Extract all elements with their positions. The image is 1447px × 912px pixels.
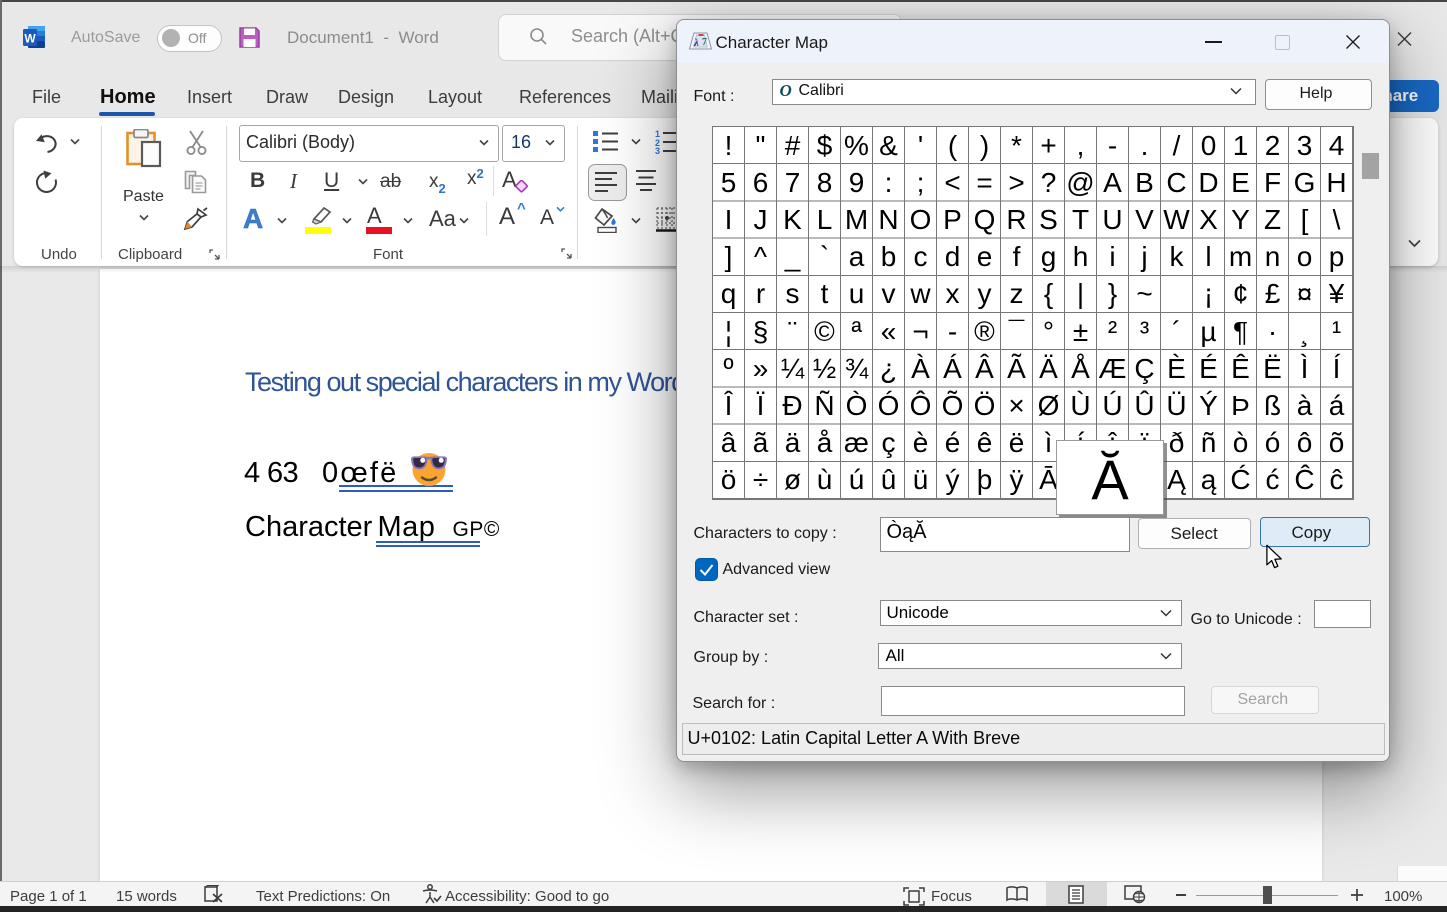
svg-text:7: 7 [702, 37, 707, 48]
svg-text:3: 3 [655, 146, 660, 154]
svg-text:W: W [24, 32, 36, 46]
svg-text:λ: λ [693, 37, 699, 49]
